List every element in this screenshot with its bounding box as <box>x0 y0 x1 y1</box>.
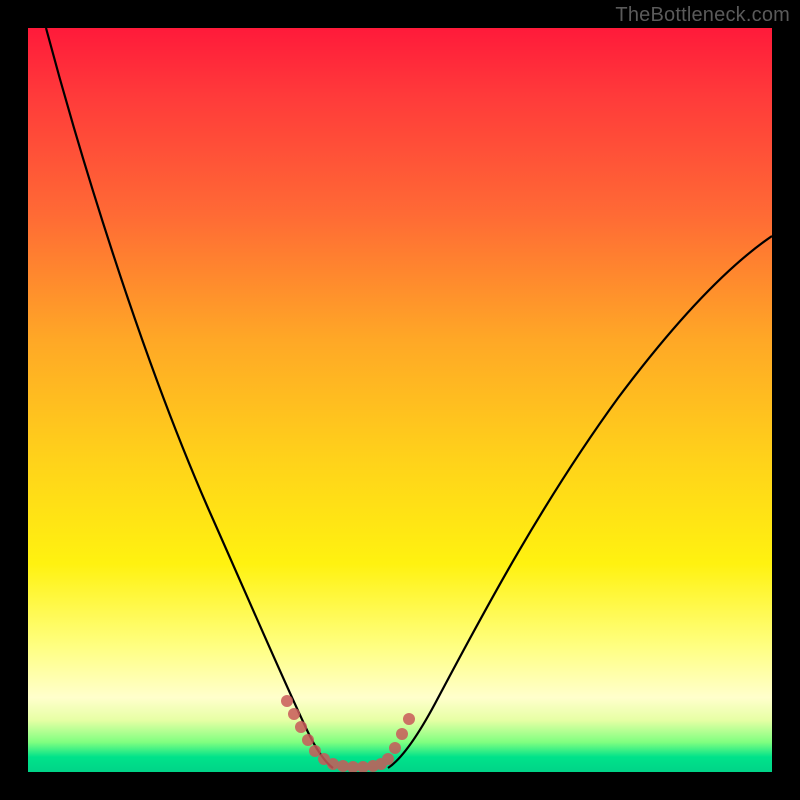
left-curve <box>46 28 333 768</box>
curves-svg <box>28 28 772 772</box>
chart-frame: TheBottleneck.com <box>0 0 800 800</box>
watermark-text: TheBottleneck.com <box>615 4 790 27</box>
plot-area <box>28 28 772 772</box>
trough-dots <box>281 695 415 772</box>
right-curve <box>388 236 772 768</box>
